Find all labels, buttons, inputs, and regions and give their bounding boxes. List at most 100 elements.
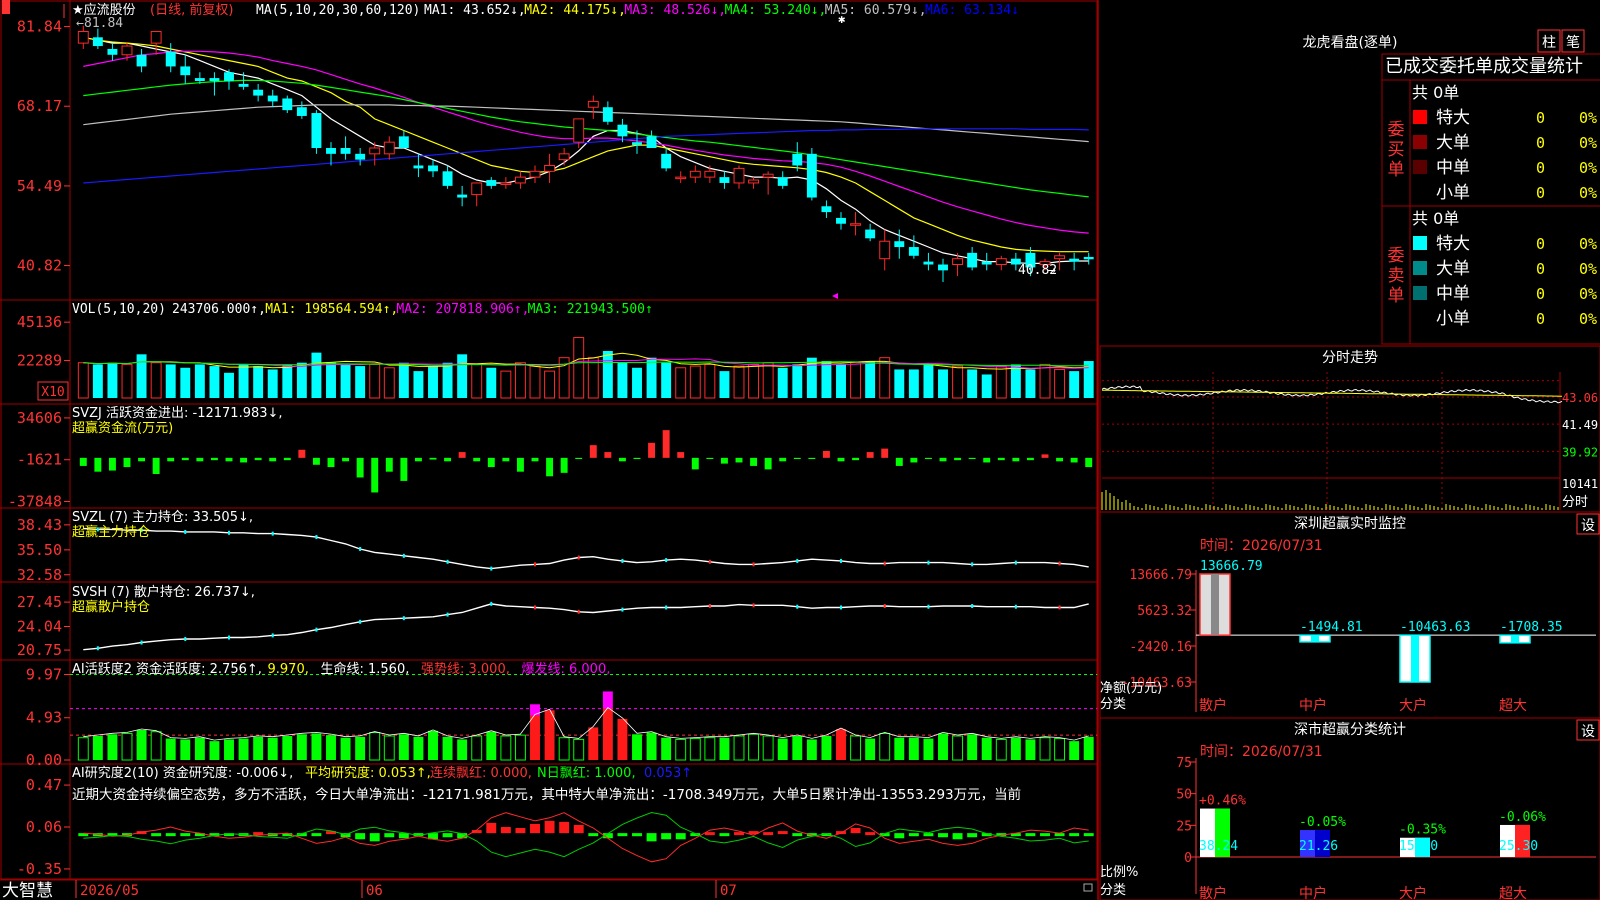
activity-bar[interactable] (500, 735, 512, 761)
candle[interactable] (398, 136, 409, 148)
candle[interactable] (995, 258, 1007, 266)
research-bar[interactable] (923, 833, 934, 837)
flow-bar[interactable] (793, 457, 801, 459)
activity-bar[interactable] (748, 733, 760, 761)
candle[interactable] (938, 264, 948, 271)
flow-bar[interactable] (458, 452, 466, 458)
volume-bar[interactable] (282, 364, 293, 398)
bar-mode-button[interactable]: 柱 (1542, 35, 1556, 51)
flow-bar[interactable] (939, 457, 947, 462)
candle[interactable] (209, 78, 220, 81)
candle[interactable] (806, 153, 817, 198)
flow-bar[interactable] (808, 457, 816, 459)
volume-bar[interactable] (894, 369, 905, 398)
flow-bar[interactable] (1026, 457, 1034, 461)
research-bar[interactable] (486, 822, 497, 834)
flow-bar[interactable] (677, 452, 685, 458)
flow-bar[interactable] (210, 457, 218, 461)
volume-bar[interactable] (1069, 371, 1080, 398)
activity-bar[interactable] (194, 737, 205, 760)
flow-bar[interactable] (225, 457, 233, 462)
research-bar[interactable] (311, 833, 322, 837)
flow-bar[interactable] (924, 457, 932, 459)
activity-bar[interactable] (1083, 736, 1094, 760)
activity-bar[interactable] (383, 735, 395, 761)
research-bar[interactable] (1040, 833, 1050, 837)
flow-bar[interactable] (342, 457, 350, 462)
candle[interactable] (282, 98, 293, 111)
research-bar[interactable] (865, 832, 876, 836)
volume-bar[interactable] (719, 371, 730, 398)
flow-bar[interactable] (94, 457, 102, 472)
activity-bar[interactable] (150, 731, 162, 761)
flow-bar[interactable] (589, 445, 597, 458)
candle[interactable] (107, 48, 118, 55)
activity-bar[interactable] (995, 738, 1007, 761)
research-bar[interactable] (1069, 833, 1080, 837)
candle[interactable] (340, 148, 351, 154)
candle[interactable] (121, 45, 133, 56)
candle[interactable] (311, 113, 322, 148)
activity-bar[interactable] (340, 737, 351, 760)
flow-bar[interactable] (837, 457, 845, 462)
flow-bar[interactable] (356, 457, 364, 478)
activity-bar[interactable] (428, 730, 438, 760)
flow-bar[interactable] (779, 457, 787, 462)
research-bar[interactable] (398, 833, 409, 839)
flow-bar[interactable] (575, 457, 583, 459)
research-bar[interactable] (355, 833, 366, 840)
flow-bar[interactable] (487, 457, 495, 468)
research-bar[interactable] (1083, 833, 1094, 837)
candle[interactable] (981, 261, 992, 265)
volume-bar[interactable] (107, 362, 118, 398)
flow-bar[interactable] (662, 430, 670, 458)
volume-bar[interactable] (573, 337, 585, 399)
flow-bar[interactable] (1041, 454, 1049, 458)
activity-bar[interactable] (326, 735, 336, 760)
volume-bar[interactable] (340, 364, 351, 398)
volume-bar[interactable] (836, 364, 846, 398)
flow-bar[interactable] (152, 457, 160, 474)
activity-bar[interactable] (661, 737, 672, 760)
candle[interactable] (836, 217, 846, 224)
volume-bar[interactable] (1083, 361, 1094, 398)
activity-bar[interactable] (646, 732, 657, 760)
flow-bar[interactable] (167, 457, 175, 462)
research-bar[interactable] (763, 832, 774, 836)
flow-bar[interactable] (618, 457, 626, 462)
flow-bar[interactable] (560, 457, 568, 473)
flow-bar[interactable] (691, 457, 699, 470)
research-bar[interactable] (180, 833, 191, 837)
flow-bar[interactable] (706, 457, 714, 459)
volume-bar[interactable] (486, 367, 497, 398)
volume-bar[interactable] (908, 369, 919, 398)
research-bar[interactable] (442, 833, 453, 838)
activity-bar[interactable] (967, 734, 978, 760)
research-bar[interactable] (559, 821, 570, 834)
flow-bar[interactable] (895, 457, 903, 466)
flow-bar[interactable] (910, 457, 918, 463)
flow-bar[interactable] (516, 457, 524, 472)
volume-bar[interactable] (471, 363, 483, 399)
activity-bar[interactable] (792, 736, 803, 760)
candle[interactable] (1054, 255, 1066, 260)
flow-bar[interactable] (1085, 457, 1093, 468)
candle[interactable] (602, 107, 613, 122)
volume-bar[interactable] (762, 362, 774, 399)
activity-bar[interactable] (821, 736, 832, 760)
activity-bar[interactable] (486, 731, 497, 760)
flow-bar[interactable] (298, 449, 306, 458)
candle[interactable] (253, 89, 264, 96)
activity-bar[interactable] (355, 736, 366, 760)
candle[interactable] (879, 240, 891, 260)
volume-bar[interactable] (92, 364, 103, 398)
flow-bar[interactable] (881, 448, 889, 458)
volume-bar[interactable] (661, 362, 672, 398)
activity-bar[interactable] (558, 737, 570, 761)
candle[interactable] (383, 141, 395, 155)
activity-bar[interactable] (209, 741, 220, 760)
candle[interactable] (792, 153, 803, 166)
candle[interactable] (1069, 258, 1080, 262)
flow-bar[interactable] (1056, 457, 1064, 462)
activity-bar[interactable] (136, 730, 147, 760)
